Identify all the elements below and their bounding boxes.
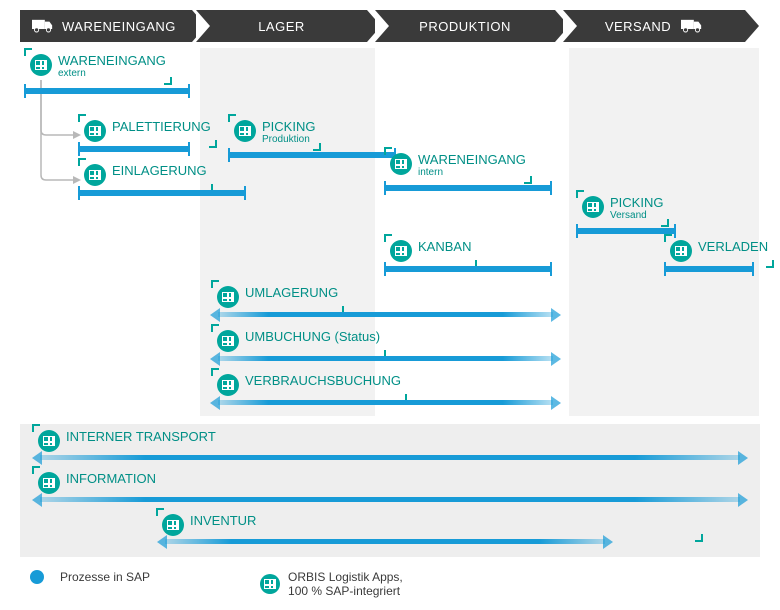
bar-verbrauchsbuchung: [218, 400, 553, 405]
orbis-icon: [234, 120, 256, 142]
proc-title: INVENTUR: [190, 513, 256, 528]
orbis-icon: [217, 330, 239, 352]
proc-inventur: INVENTUR: [160, 512, 258, 538]
orbis-icon: [30, 54, 52, 76]
proc-verladen: VERLADEN: [668, 238, 770, 264]
header-row: WARENEINGANG LAGER PRODUKTION VERSAND: [20, 10, 765, 42]
orbis-icon: [217, 286, 239, 308]
orbis-icon: [38, 430, 60, 452]
proc-title: KANBAN: [418, 239, 471, 254]
header-label: LAGER: [258, 19, 305, 34]
proc-wareneingang-intern: WARENEINGANG intern: [388, 151, 528, 180]
legend-label: Prozesse in SAP: [60, 570, 150, 584]
proc-interner-transport: INTERNER TRANSPORT: [36, 428, 218, 454]
legend-sap: Prozesse in SAP: [30, 570, 150, 584]
proc-subtitle: Versand: [610, 210, 663, 221]
bar-picking-versand: [576, 228, 676, 234]
proc-title: WARENEINGANG: [58, 53, 166, 68]
bar-picking-produktion: [228, 152, 396, 158]
header-col-produktion: PRODUKTION: [375, 10, 569, 42]
proc-picking-produktion: PICKING Produktion: [232, 118, 317, 147]
proc-title: INTERNER TRANSPORT: [66, 429, 216, 444]
proc-title: UMBUCHUNG (Status): [245, 329, 380, 344]
bar-kanban: [384, 266, 552, 272]
proc-picking-versand: PICKING Versand: [580, 194, 665, 223]
orbis-icon: [390, 240, 412, 262]
bar-verladen: [664, 266, 754, 272]
proc-subtitle: extern: [58, 68, 166, 79]
proc-title: PICKING: [262, 119, 315, 134]
orbis-icon: [38, 472, 60, 494]
proc-umbuchung: UMBUCHUNG (Status): [215, 328, 382, 354]
bar-wareneingang-extern: [24, 88, 190, 94]
orbis-icon: [217, 374, 239, 396]
proc-information: INFORMATION: [36, 470, 158, 496]
legend: Prozesse in SAP ORBIS Logistik Apps, 100…: [30, 570, 403, 598]
proc-title: VERBRAUCHSBUCHUNG: [245, 373, 401, 388]
proc-umlagerung: UMLAGERUNG: [215, 284, 340, 310]
truck-icon: [32, 18, 54, 34]
diagram-canvas: WARENEINGANG LAGER PRODUKTION VERSAND: [0, 0, 780, 610]
legend-label: ORBIS Logistik Apps, 100 % SAP-integrier…: [288, 570, 403, 598]
proc-title: PICKING: [610, 195, 663, 210]
proc-title: VERLADEN: [698, 239, 768, 254]
header-label: VERSAND: [605, 19, 671, 34]
proc-title: UMLAGERUNG: [245, 285, 338, 300]
proc-subtitle: intern: [418, 167, 526, 178]
header-col-wareneingang: WARENEINGANG: [20, 10, 206, 42]
header-label: PRODUKTION: [419, 19, 511, 34]
proc-title: WARENEINGANG: [418, 152, 526, 167]
orbis-icon: [670, 240, 692, 262]
header-col-versand: VERSAND: [563, 10, 773, 42]
orbis-icon: [162, 514, 184, 536]
proc-palettierung: PALETTIERUNG: [82, 118, 213, 144]
header-col-lager: LAGER: [196, 10, 381, 42]
truck-icon: [681, 18, 703, 34]
orbis-icon: [84, 120, 106, 142]
proc-title: EINLAGERUNG: [112, 163, 207, 178]
legend-orbis: ORBIS Logistik Apps, 100 % SAP-integrier…: [260, 570, 403, 598]
bar-wareneingang-intern: [384, 185, 552, 191]
proc-einlagerung: EINLAGERUNG: [82, 162, 209, 188]
orbis-icon: [390, 153, 412, 175]
bar-umlagerung: [218, 312, 553, 317]
bar-umbuchung: [218, 356, 553, 361]
proc-wareneingang-extern: WARENEINGANG extern: [28, 52, 168, 81]
bar-einlagerung: [78, 190, 246, 196]
proc-title: PALETTIERUNG: [112, 119, 211, 134]
orbis-icon: [582, 196, 604, 218]
orbis-icon: [260, 574, 280, 594]
proc-kanban: KANBAN: [388, 238, 473, 264]
proc-subtitle: Produktion: [262, 134, 315, 145]
bar-palettierung: [78, 146, 190, 152]
legend-dot-icon: [30, 570, 44, 584]
header-label: WARENEINGANG: [62, 19, 176, 34]
bar-interner-transport: [40, 455, 740, 460]
proc-title: INFORMATION: [66, 471, 156, 486]
orbis-icon: [84, 164, 106, 186]
bar-information: [40, 497, 740, 502]
bar-inventur: [165, 539, 605, 544]
proc-verbrauchsbuchung: VERBRAUCHSBUCHUNG: [215, 372, 403, 398]
